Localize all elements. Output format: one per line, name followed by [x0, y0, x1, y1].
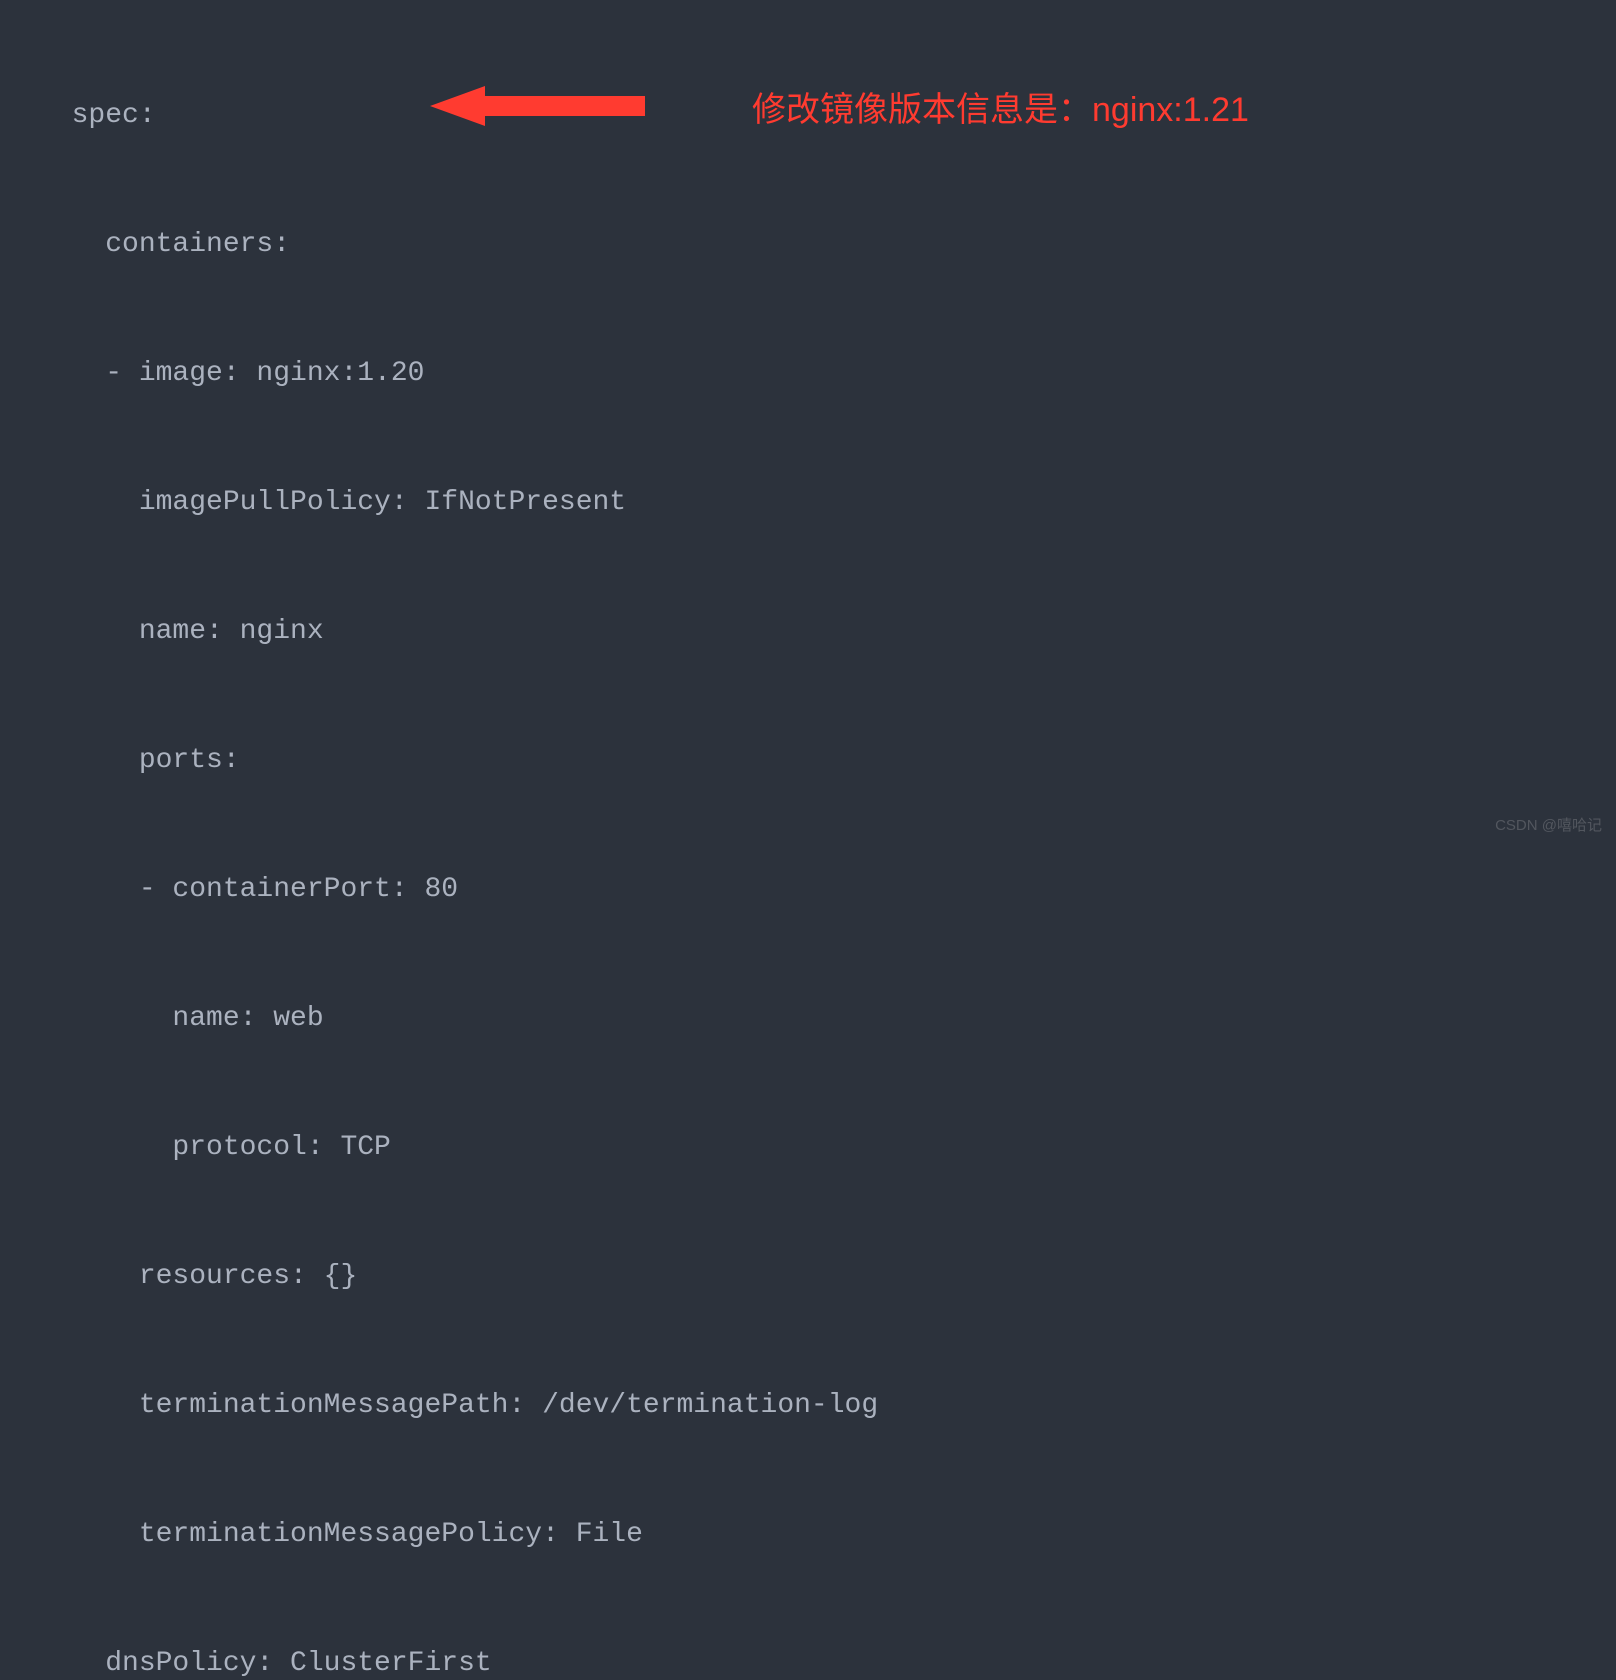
code-line: - image: nginx:1.20: [38, 352, 1616, 395]
code-line: ports:: [38, 739, 1616, 782]
yaml-code-block: spec: containers: - image: nginx:1.20 im…: [0, 0, 1616, 1680]
code-line: terminationMessagePolicy: File: [38, 1513, 1616, 1556]
code-line: containers:: [38, 223, 1616, 266]
arrow-icon: [430, 82, 650, 130]
code-line: resources: {}: [38, 1255, 1616, 1298]
code-line: name: web: [38, 997, 1616, 1040]
watermark-text: CSDN @嘻哈记: [1495, 814, 1602, 835]
code-line: terminationMessagePath: /dev/termination…: [38, 1384, 1616, 1427]
code-line: name: nginx: [38, 610, 1616, 653]
code-line: protocol: TCP: [38, 1126, 1616, 1169]
code-line: imagePullPolicy: IfNotPresent: [38, 481, 1616, 524]
code-line: dnsPolicy: ClusterFirst: [38, 1642, 1616, 1680]
code-line: - containerPort: 80: [38, 868, 1616, 911]
annotation-text: 修改镜像版本信息是：nginx:1.21: [752, 82, 1249, 131]
